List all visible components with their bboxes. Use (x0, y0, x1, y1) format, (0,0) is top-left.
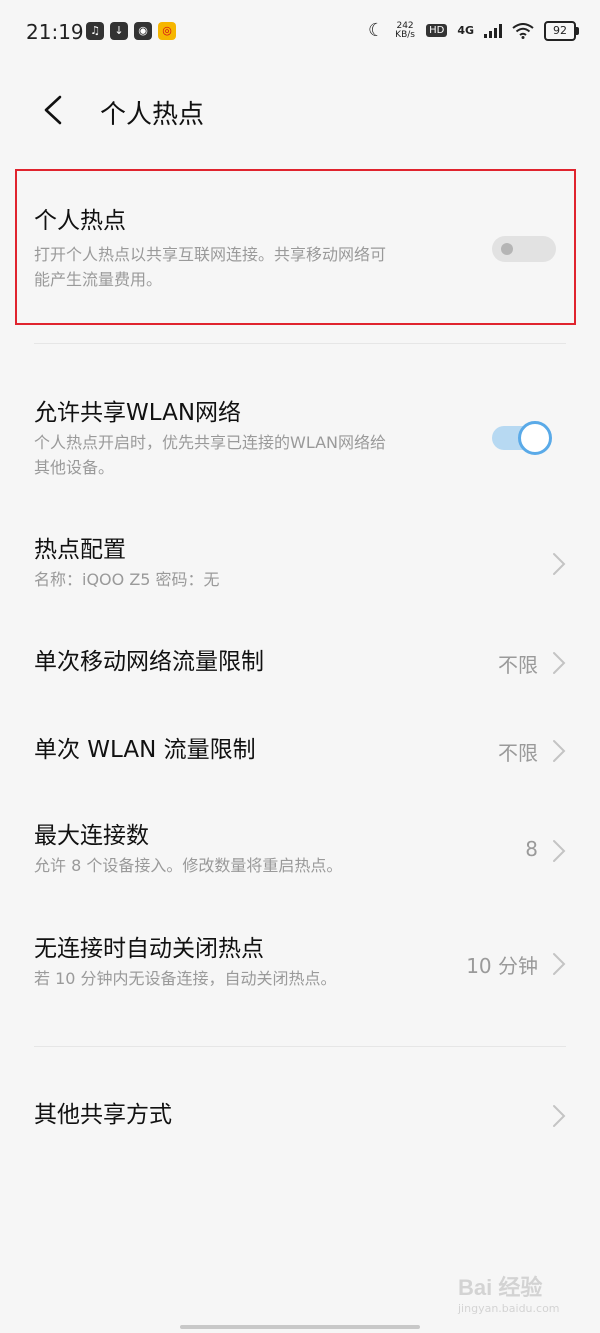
setting-title: 最大连接数 (34, 823, 149, 849)
net-speed: 242 KB/s (395, 20, 415, 40)
divider (34, 1046, 566, 1047)
wechat-icon: ◉ (134, 22, 152, 40)
setting-mobile-limit[interactable]: 单次移动网络流量限制 不限 (34, 647, 566, 677)
chevron-right-icon (553, 1105, 566, 1127)
battery-icon: 92 (544, 20, 579, 41)
setting-auto-off[interactable]: 无连接时自动关闭热点 若 10 分钟内无设备连接，自动关闭热点。 10 分钟 (34, 934, 566, 991)
divider (34, 343, 566, 344)
setting-other-sharing[interactable]: 其他共享方式 (34, 1100, 566, 1130)
do-not-disturb-icon: ☾ (367, 20, 385, 41)
download-icon: ↓ (110, 22, 128, 40)
setting-title: 热点配置 (34, 537, 126, 563)
status-right-icons: ☾ 242 KB/s HD 4G 92 (367, 20, 579, 41)
setting-title: 允许共享WLAN网络 (34, 400, 242, 426)
status-app-icons: ♫ ↓ ◉ ◎ (86, 22, 176, 40)
nav-bar: 个人热点 (0, 80, 600, 140)
share-wlan-toggle[interactable] (492, 421, 558, 455)
setting-value: 不限 (498, 741, 538, 765)
setting-title: 单次移动网络流量限制 (34, 649, 264, 675)
hotspot-toggle[interactable] (492, 236, 556, 262)
network-type: 4G (457, 24, 474, 37)
page-title: 个人热点 (100, 100, 205, 130)
setting-title: 个人热点 (34, 208, 126, 234)
chevron-right-icon (553, 953, 566, 975)
back-arrow-icon[interactable] (38, 94, 68, 126)
chevron-right-icon (553, 652, 566, 674)
wifi-icon (512, 22, 534, 39)
setting-desc: 允许 8 个设备接入。修改数量将重启热点。 (34, 856, 343, 875)
home-indicator[interactable] (180, 1325, 420, 1329)
setting-desc: 打开个人热点以共享互联网连接。共享移动网络可 能产生流量费用。 (34, 245, 387, 289)
chevron-right-icon (553, 840, 566, 862)
setting-hotspot[interactable]: 个人热点 打开个人热点以共享互联网连接。共享移动网络可 能产生流量费用。 (34, 206, 566, 292)
setting-value: 8 (525, 837, 538, 861)
status-time: 21:19 (26, 20, 84, 44)
music-icon: ♫ (86, 22, 104, 40)
status-bar: 21:19 ♫ ↓ ◉ ◎ ☾ 242 KB/s HD 4G 92 (0, 0, 600, 64)
setting-max-connections[interactable]: 最大连接数 允许 8 个设备接入。修改数量将重启热点。 8 (34, 821, 566, 878)
setting-hotspot-config[interactable]: 热点配置 名称：iQOO Z5 密码：无 (34, 535, 566, 592)
signal-icon (484, 23, 502, 38)
setting-wlan-limit[interactable]: 单次 WLAN 流量限制 不限 (34, 735, 566, 765)
setting-value: 10 分钟 (466, 954, 538, 978)
setting-title: 单次 WLAN 流量限制 (34, 737, 256, 763)
setting-desc: 个人热点开启时，优先共享已连接的WLAN网络给 其他设备。 (34, 433, 387, 477)
setting-value: 不限 (498, 653, 538, 677)
setting-title: 其他共享方式 (34, 1102, 172, 1128)
watermark: Bai 经验 jingyan.baidu.com (458, 1275, 560, 1315)
setting-desc: 名称：iQOO Z5 密码：无 (34, 570, 220, 589)
weibo-icon: ◎ (158, 22, 176, 40)
hd-badge: HD (426, 24, 448, 37)
setting-share-wlan[interactable]: 允许共享WLAN网络 个人热点开启时，优先共享已连接的WLAN网络给 其他设备。 (34, 398, 566, 480)
toggle-knob (501, 243, 513, 255)
chevron-right-icon (553, 740, 566, 762)
chevron-right-icon (553, 553, 566, 575)
toggle-knob (518, 421, 552, 455)
